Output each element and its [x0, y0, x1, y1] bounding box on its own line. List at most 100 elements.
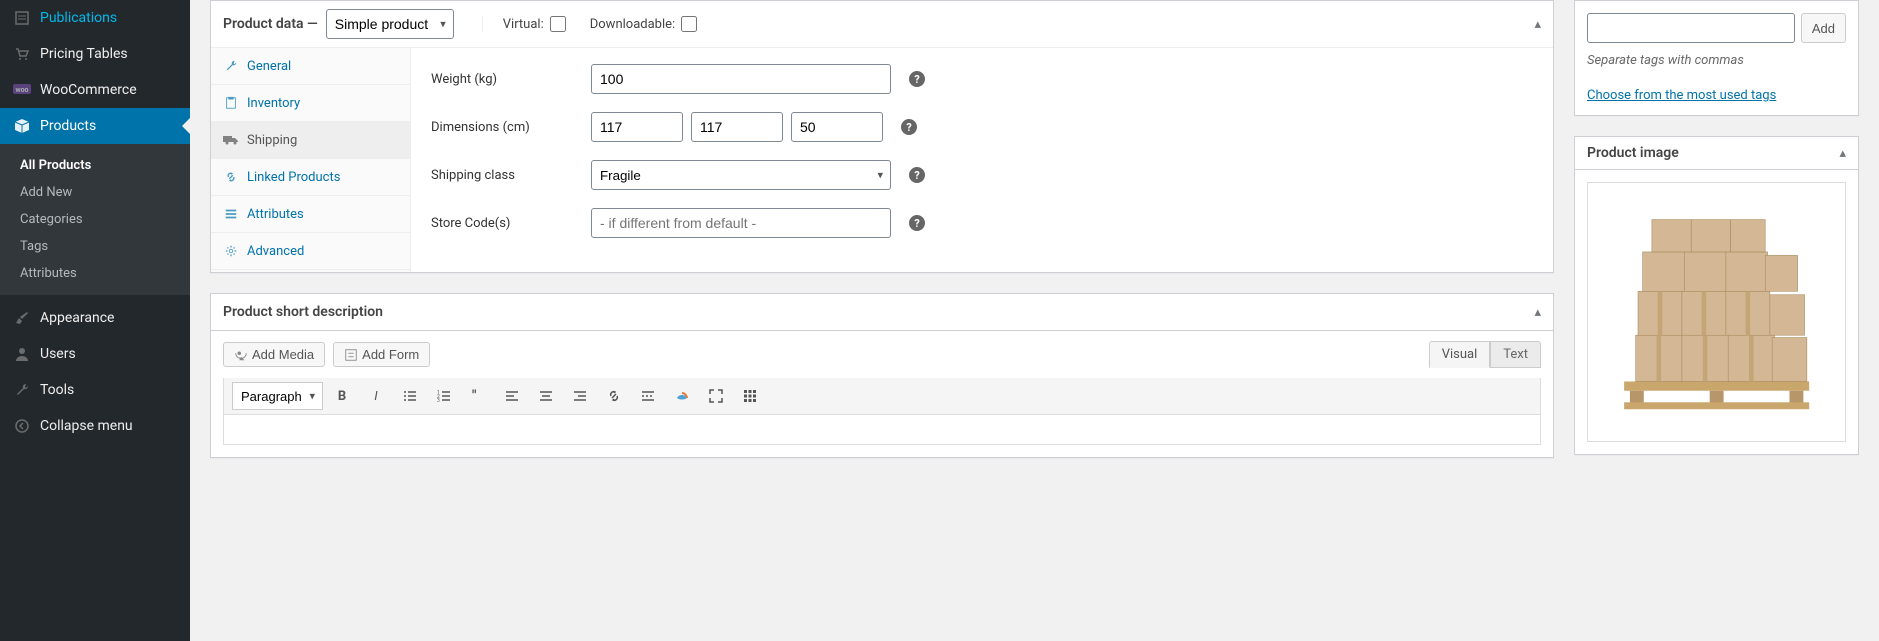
sidebar-label: Users	[40, 346, 76, 362]
editor-tab-text[interactable]: Text	[1490, 341, 1541, 368]
bold-button[interactable]: B	[327, 382, 357, 410]
tab-shipping[interactable]: Shipping	[211, 122, 410, 159]
products-submenu: All Products Add New Categories Tags Att…	[0, 144, 190, 295]
fullscreen-button[interactable]	[701, 382, 731, 410]
product-type-select[interactable]: Simple product	[326, 9, 454, 39]
toolbar-toggle-button[interactable]	[735, 382, 765, 410]
submenu-all-products[interactable]: All Products	[0, 152, 190, 179]
sidebar-label: Collapse menu	[40, 418, 133, 434]
list-icon	[223, 206, 239, 222]
help-icon[interactable]: ?	[909, 71, 925, 87]
sidebar-label: Publications	[40, 10, 117, 26]
form-icon	[344, 348, 358, 362]
media-icon	[234, 348, 248, 362]
tags-input[interactable]	[1587, 13, 1795, 43]
virtual-checkbox[interactable]	[550, 16, 566, 32]
woo-icon: woo	[12, 80, 32, 100]
dim-length-input[interactable]	[591, 112, 683, 142]
add-media-button[interactable]: Add Media	[223, 342, 325, 367]
sidebar-label: WooCommerce	[40, 82, 137, 98]
tab-inventory[interactable]: Inventory	[211, 85, 410, 122]
sidebar-item-products[interactable]: Products	[0, 108, 190, 144]
tags-howto: Separate tags with commas	[1587, 53, 1846, 68]
sidebar-label: Products	[40, 118, 96, 134]
shipping-panel: Weight (kg) ? Dimensions (cm)	[411, 48, 1553, 272]
product-data-title: Product data —	[223, 16, 318, 32]
help-icon[interactable]: ?	[901, 119, 917, 135]
sidebar-item-pricing-tables[interactable]: Pricing Tables	[0, 36, 190, 72]
add-form-button[interactable]: Add Form	[333, 342, 430, 367]
insert-more-button[interactable]	[633, 382, 663, 410]
product-image-title: Product image	[1587, 145, 1839, 161]
admin-sidebar: Publications Pricing Tables woo WooComme…	[0, 0, 190, 641]
wrench-icon	[12, 380, 32, 400]
short-description-title: Product short description	[223, 304, 1534, 320]
sidebar-item-publications[interactable]: Publications	[0, 0, 190, 36]
wrench-icon	[223, 58, 239, 74]
weight-input[interactable]	[591, 64, 891, 94]
tab-attributes[interactable]: Attributes	[211, 196, 410, 233]
downloadable-checkbox[interactable]	[681, 16, 697, 32]
svg-text:": "	[472, 388, 477, 404]
downloadable-checkbox-label[interactable]: Downloadable:	[590, 16, 697, 32]
truck-icon	[223, 132, 239, 148]
align-right-button[interactable]	[565, 382, 595, 410]
toggle-panel-icon[interactable]: ▴	[1534, 17, 1541, 32]
clipboard-icon	[223, 95, 239, 111]
sidebar-item-tools[interactable]: Tools	[0, 372, 190, 408]
weight-label: Weight (kg)	[431, 72, 591, 87]
help-icon[interactable]: ?	[909, 167, 925, 183]
align-center-button[interactable]	[531, 382, 561, 410]
align-left-button[interactable]	[497, 382, 527, 410]
submenu-attributes[interactable]: Attributes	[0, 260, 190, 287]
collapse-icon	[12, 416, 32, 436]
blockquote-button[interactable]: "	[463, 382, 493, 410]
svg-text:woo: woo	[15, 86, 28, 94]
store-codes-label: Store Code(s)	[431, 216, 591, 231]
toggle-panel-icon[interactable]: ▴	[1534, 305, 1541, 320]
user-icon	[12, 344, 32, 364]
choose-tags-link[interactable]: Choose from the most used tags	[1587, 88, 1776, 103]
add-tag-button[interactable]: Add	[1801, 13, 1846, 43]
page-icon	[12, 8, 32, 28]
sidebar-item-woocommerce[interactable]: woo WooCommerce	[0, 72, 190, 108]
link-icon	[223, 169, 239, 185]
bullet-list-button[interactable]	[395, 382, 425, 410]
virtual-checkbox-label[interactable]: Virtual:	[503, 16, 566, 32]
tags-box: Add Separate tags with commas Choose fro…	[1574, 0, 1859, 116]
store-codes-input[interactable]	[591, 208, 891, 238]
sidebar-item-appearance[interactable]: Appearance	[0, 300, 190, 336]
toggle-panel-icon[interactable]: ▴	[1839, 146, 1846, 161]
tab-linked-products[interactable]: Linked Products	[211, 159, 410, 196]
svg-text:3: 3	[437, 398, 440, 404]
editor-content[interactable]	[223, 415, 1541, 445]
submenu-categories[interactable]: Categories	[0, 206, 190, 233]
sidebar-label: Pricing Tables	[40, 46, 128, 62]
sidebar-label: Appearance	[40, 310, 114, 326]
sidebar-item-users[interactable]: Users	[0, 336, 190, 372]
sidebar-label: Tools	[40, 382, 74, 398]
product-data-box: Product data — Simple product Virtual: D…	[210, 0, 1554, 273]
tab-advanced[interactable]: Advanced	[211, 233, 410, 270]
numbered-list-button[interactable]: 123	[429, 382, 459, 410]
link-button[interactable]	[599, 382, 629, 410]
submenu-tags[interactable]: Tags	[0, 233, 190, 260]
dim-height-input[interactable]	[791, 112, 883, 142]
italic-button[interactable]: I	[361, 382, 391, 410]
tab-general[interactable]: General	[211, 48, 410, 85]
product-data-tabs: General Inventory Shipping Linked P	[211, 48, 411, 272]
editor-tab-visual[interactable]: Visual	[1429, 341, 1491, 368]
brush-icon	[12, 308, 32, 328]
submenu-add-new[interactable]: Add New	[0, 179, 190, 206]
gear-icon	[223, 243, 239, 259]
dim-width-input[interactable]	[691, 112, 783, 142]
shipping-class-select[interactable]: Fragile	[591, 160, 891, 190]
dimensions-label: Dimensions (cm)	[431, 120, 591, 135]
short-description-box: Product short description ▴ Add Media Ad…	[210, 293, 1554, 458]
format-select[interactable]: Paragraph	[232, 382, 323, 410]
package-icon	[12, 116, 32, 136]
copilot-button[interactable]	[667, 382, 697, 410]
product-image-thumbnail[interactable]	[1587, 182, 1846, 442]
help-icon[interactable]: ?	[909, 215, 925, 231]
sidebar-item-collapse[interactable]: Collapse menu	[0, 408, 190, 444]
